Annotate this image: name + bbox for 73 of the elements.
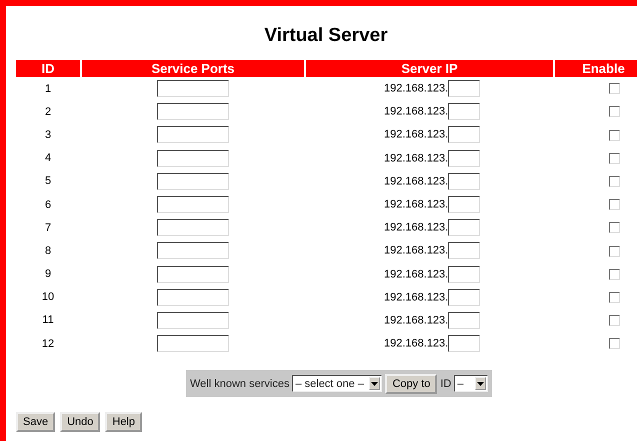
ip-prefix: 192.168.123. bbox=[384, 222, 448, 234]
ip-suffix-field[interactable] bbox=[448, 335, 480, 352]
ip-prefix: 192.168.123. bbox=[384, 82, 448, 95]
service-ports-field[interactable] bbox=[157, 172, 229, 190]
ip-suffix-field[interactable] bbox=[448, 219, 480, 236]
id-select[interactable]: – bbox=[454, 375, 488, 392]
service-select[interactable]: – select one – bbox=[292, 375, 382, 392]
service-ports-field[interactable] bbox=[157, 150, 229, 167]
ip-prefix: 192.168.123. bbox=[384, 268, 448, 280]
ip-suffix-field[interactable] bbox=[448, 288, 480, 306]
action-button[interactable]: Undo bbox=[60, 412, 100, 432]
enable-checkbox[interactable] bbox=[609, 292, 620, 303]
copy-button[interactable]: Copy to bbox=[385, 374, 438, 394]
row-id: 3 bbox=[44, 128, 52, 143]
row-id: 10 bbox=[40, 290, 56, 306]
ip-prefix: 192.168.123. bbox=[384, 152, 448, 164]
ip-prefix: 192.168.123. bbox=[384, 106, 448, 118]
row-id: 12 bbox=[40, 336, 56, 352]
enable-checkbox[interactable] bbox=[609, 268, 620, 280]
service-ports-field[interactable] bbox=[157, 312, 229, 329]
column-header: Service Ports bbox=[82, 60, 304, 77]
row-id: 11 bbox=[41, 313, 55, 328]
row-id: 2 bbox=[44, 104, 52, 120]
ip-suffix-field[interactable] bbox=[448, 150, 480, 167]
service-ports-field[interactable] bbox=[157, 196, 229, 214]
ip-prefix: 192.168.123. bbox=[384, 244, 448, 257]
enable-checkbox[interactable] bbox=[609, 83, 620, 94]
ip-suffix-field[interactable] bbox=[448, 80, 480, 98]
ip-suffix-field[interactable] bbox=[448, 312, 480, 329]
row-id: 8 bbox=[44, 244, 52, 259]
enable-checkbox[interactable] bbox=[609, 176, 620, 187]
ip-prefix: 192.168.123. bbox=[384, 175, 448, 188]
enable-checkbox[interactable] bbox=[609, 199, 620, 210]
enable-checkbox[interactable] bbox=[609, 246, 620, 256]
enable-checkbox[interactable] bbox=[609, 338, 620, 350]
ip-suffix-field[interactable] bbox=[448, 172, 480, 190]
ip-prefix: 192.168.123. bbox=[384, 291, 448, 304]
action-button[interactable]: Save bbox=[16, 412, 56, 432]
service-ports-field[interactable] bbox=[157, 103, 229, 120]
row-id: 7 bbox=[44, 220, 52, 236]
ip-prefix: 192.168.123. bbox=[384, 198, 448, 211]
service-ports-field[interactable] bbox=[157, 288, 229, 306]
ip-suffix-field[interactable] bbox=[448, 242, 480, 260]
service-ports-field[interactable] bbox=[157, 219, 229, 236]
row-id: 5 bbox=[44, 174, 52, 190]
enable-checkbox[interactable] bbox=[609, 130, 620, 141]
enable-checkbox[interactable] bbox=[609, 106, 620, 118]
row-id: 9 bbox=[44, 267, 52, 282]
row-id: 6 bbox=[44, 198, 52, 213]
service-ports-field[interactable] bbox=[157, 266, 229, 283]
ip-suffix-field[interactable] bbox=[448, 196, 480, 214]
services-label: Well known services bbox=[190, 378, 290, 390]
column-header: Enable bbox=[555, 60, 637, 77]
enable-checkbox[interactable] bbox=[609, 315, 620, 326]
id-label: ID bbox=[440, 378, 452, 390]
row-id: 1 bbox=[44, 82, 52, 97]
ip-prefix: 192.168.123. bbox=[384, 128, 448, 141]
ip-suffix-field[interactable] bbox=[448, 103, 480, 120]
page-title: Virtual Server bbox=[263, 24, 389, 48]
action-button[interactable]: Help bbox=[105, 412, 142, 432]
ip-suffix-field[interactable] bbox=[448, 266, 480, 283]
ip-prefix: 192.168.123. bbox=[384, 314, 448, 326]
service-ports-field[interactable] bbox=[157, 80, 229, 98]
service-ports-field[interactable] bbox=[157, 242, 229, 260]
column-header: Server IP bbox=[306, 60, 553, 77]
service-ports-field[interactable] bbox=[157, 335, 229, 352]
column-header: ID bbox=[16, 60, 80, 77]
enable-checkbox[interactable] bbox=[609, 222, 620, 234]
enable-checkbox[interactable] bbox=[609, 152, 620, 164]
ip-prefix: 192.168.123. bbox=[384, 338, 448, 350]
ip-suffix-field[interactable] bbox=[448, 126, 480, 144]
row-id: 4 bbox=[44, 151, 52, 166]
service-ports-field[interactable] bbox=[157, 126, 229, 144]
